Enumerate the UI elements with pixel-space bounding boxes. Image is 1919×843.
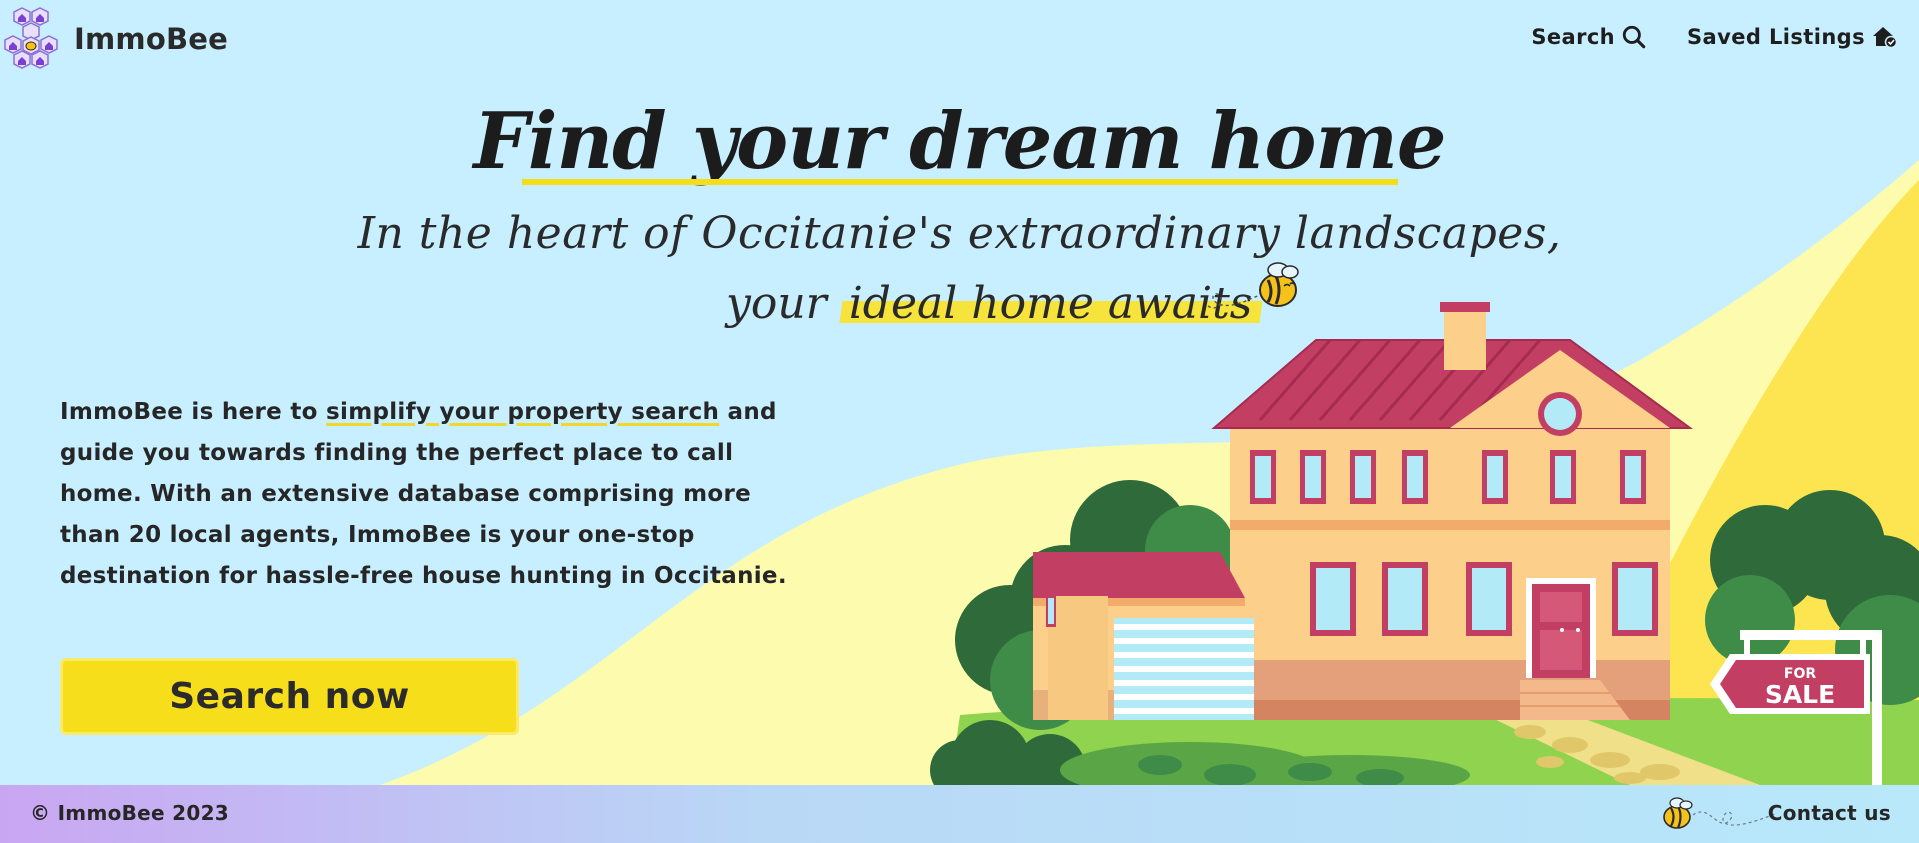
page-title: Find your dream home — [473, 96, 1446, 187]
nav-search-label: Search — [1531, 25, 1616, 49]
title-underline — [522, 179, 1398, 185]
copyright-text: © ImmoBee 2023 — [30, 801, 230, 825]
hexagon-house-logo-icon — [4, 7, 58, 69]
nav-saved-label: Saved Listings — [1687, 25, 1865, 49]
intro-text-part2: and guide you towards finding the perfec… — [60, 399, 787, 589]
search-icon — [1622, 25, 1646, 49]
hero-subtitle-prefix: your — [726, 278, 827, 329]
house-illustration: FOR SALE — [930, 302, 1919, 785]
nav-search[interactable]: Search — [1531, 24, 1647, 50]
contact-us-link[interactable]: Contact us — [1768, 801, 1891, 825]
intro-paragraph: ImmoBee is here to simplify your propert… — [60, 392, 800, 597]
hero-subtitle-line1: In the heart of Occitanie's extraordinar… — [357, 208, 1562, 259]
sign-sale-text: SALE — [1765, 680, 1835, 709]
intro-highlight-phrase: simplify your property search — [326, 399, 720, 425]
brand-name: ImmoBee — [74, 22, 228, 56]
footer: © ImmoBee 2023 Contact us — [0, 785, 1919, 843]
search-now-button[interactable]: Search now — [60, 658, 519, 735]
bee-icon — [1663, 797, 1778, 829]
house-check-icon — [1873, 27, 1897, 49]
nav-saved-listings[interactable]: Saved Listings — [1687, 24, 1897, 50]
brand-logo[interactable]: ImmoBee — [4, 6, 228, 72]
top-nav: Search Saved Listings — [1531, 24, 1897, 50]
intro-text-part1: ImmoBee is here to — [60, 399, 327, 425]
